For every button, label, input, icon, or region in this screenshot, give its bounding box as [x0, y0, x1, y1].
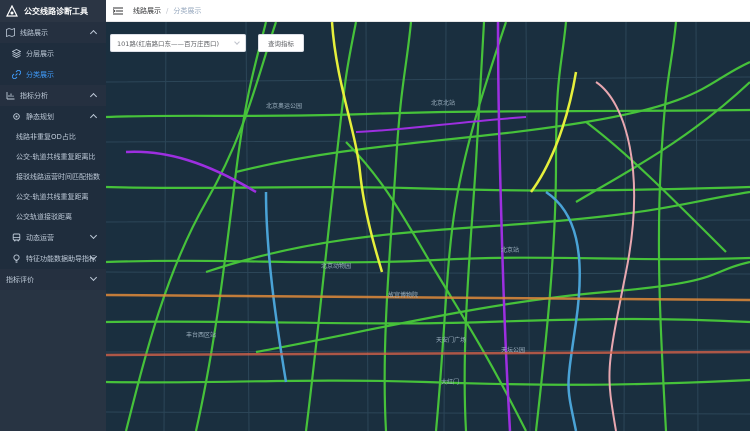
menu-item-label: 公交-轨道共线重复距离比 — [16, 153, 96, 161]
menu-group-indicator-evaluation[interactable]: 指标评价 — [0, 269, 106, 290]
hamburger-icon[interactable] — [113, 7, 123, 15]
route-map[interactable]: 北京奥运公园 北京北站 北京站 北京动物园 天安门广场 大红门 天坛公园 丰台西… — [106, 22, 750, 431]
place-label: 北京动物园 — [321, 262, 351, 270]
menu-item-label: 分层展示 — [26, 49, 54, 58]
menu-item-label: 接驳线路运营时间匹配指数 — [16, 173, 100, 181]
menu-item-label: 线路非重复OD占比 — [16, 133, 76, 141]
breadcrumb-item-current: 分类展示 — [173, 6, 202, 15]
query-indicator-button[interactable]: 查询指标 — [258, 34, 304, 52]
logo-icon — [6, 5, 18, 17]
breadcrumb-separator: / — [166, 6, 169, 15]
menu-group-label: 线路展示 — [20, 28, 48, 37]
place-label: 北京站 — [501, 246, 519, 254]
menu-item-od-ratio[interactable]: 线路非重复OD占比 — [0, 127, 106, 147]
chevron-down-icon — [234, 39, 240, 45]
app-logo[interactable]: 公交线路诊断工具 — [0, 0, 106, 22]
chevron-up-icon — [89, 113, 98, 122]
menu-item-classified[interactable]: 分类展示 — [0, 64, 106, 85]
menu-subgroup-static-planning[interactable]: 静态规划 — [0, 106, 106, 127]
menu-subgroup-label: 动态运营 — [26, 233, 54, 242]
place-label: 故宫博物院 — [388, 291, 418, 299]
menu-group-label: 指标分析 — [20, 91, 48, 100]
menu-item-label: 分类展示 — [26, 70, 54, 79]
place-label: 丰台西区站 — [186, 331, 216, 339]
bulb-icon — [13, 254, 20, 263]
chevron-down-icon — [89, 231, 98, 240]
layers-icon — [12, 49, 21, 58]
place-label: 北京北站 — [431, 99, 455, 107]
menu-item-label: 公交轨道接驳距离 — [16, 213, 72, 221]
map-background — [106, 22, 750, 431]
menu-item-label: 公交-轨道共线重复距离 — [16, 193, 89, 201]
chevron-up-icon — [89, 92, 98, 101]
place-label: 天安门广场 — [436, 336, 466, 344]
menu-item-feeder-distance[interactable]: 公交轨道接驳距离 — [0, 207, 106, 227]
gear-icon — [13, 113, 20, 120]
menu-subgroup-label: 静态规划 — [26, 112, 54, 121]
place-label: 天坛公园 — [501, 346, 525, 354]
map-icon — [6, 28, 15, 37]
route-select-value: 101路(红庙路口东——百万庄西口) — [117, 40, 219, 48]
menu-group-indicator-analysis[interactable]: 指标分析 — [0, 85, 106, 106]
chevron-down-icon — [89, 273, 98, 282]
place-label: 北京奥运公园 — [266, 102, 302, 110]
chevron-up-icon — [89, 29, 98, 38]
app-title: 公交线路诊断工具 — [24, 6, 88, 16]
menu-item-time-match[interactable]: 接驳线路运营时间匹配指数 — [0, 167, 106, 187]
menu-subgroup-feature-indicators[interactable]: 特征功能数据助导指标 — [0, 248, 106, 269]
menu-item-layered[interactable]: 分层展示 — [0, 43, 106, 64]
place-label: 大红门 — [441, 378, 459, 386]
bus-icon — [12, 233, 21, 242]
route-select[interactable]: 101路(红庙路口东——百万庄西口) — [110, 34, 246, 52]
chart-icon — [6, 92, 15, 100]
menu-subgroup-dynamic-ops[interactable]: 动态运营 — [0, 227, 106, 248]
menu-group-route-display[interactable]: 线路展示 — [0, 22, 106, 43]
menu-item-overlap-ratio[interactable]: 公交-轨道共线重复距离比 — [0, 147, 106, 167]
top-header: 线路展示 / 分类展示 — [106, 0, 750, 22]
menu-subgroup-label: 特征功能数据助导指标 — [26, 254, 96, 263]
breadcrumb-item-parent[interactable]: 线路展示 — [133, 6, 161, 16]
link-icon — [12, 70, 21, 79]
menu-group-label: 指标评价 — [6, 275, 34, 284]
menu-item-overlap-distance[interactable]: 公交-轨道共线重复距离 — [0, 187, 106, 207]
sidebar: 公交线路诊断工具 线路展示 分层展示 分类展示 指标分析 静态规划 线路非重复O… — [0, 0, 106, 431]
